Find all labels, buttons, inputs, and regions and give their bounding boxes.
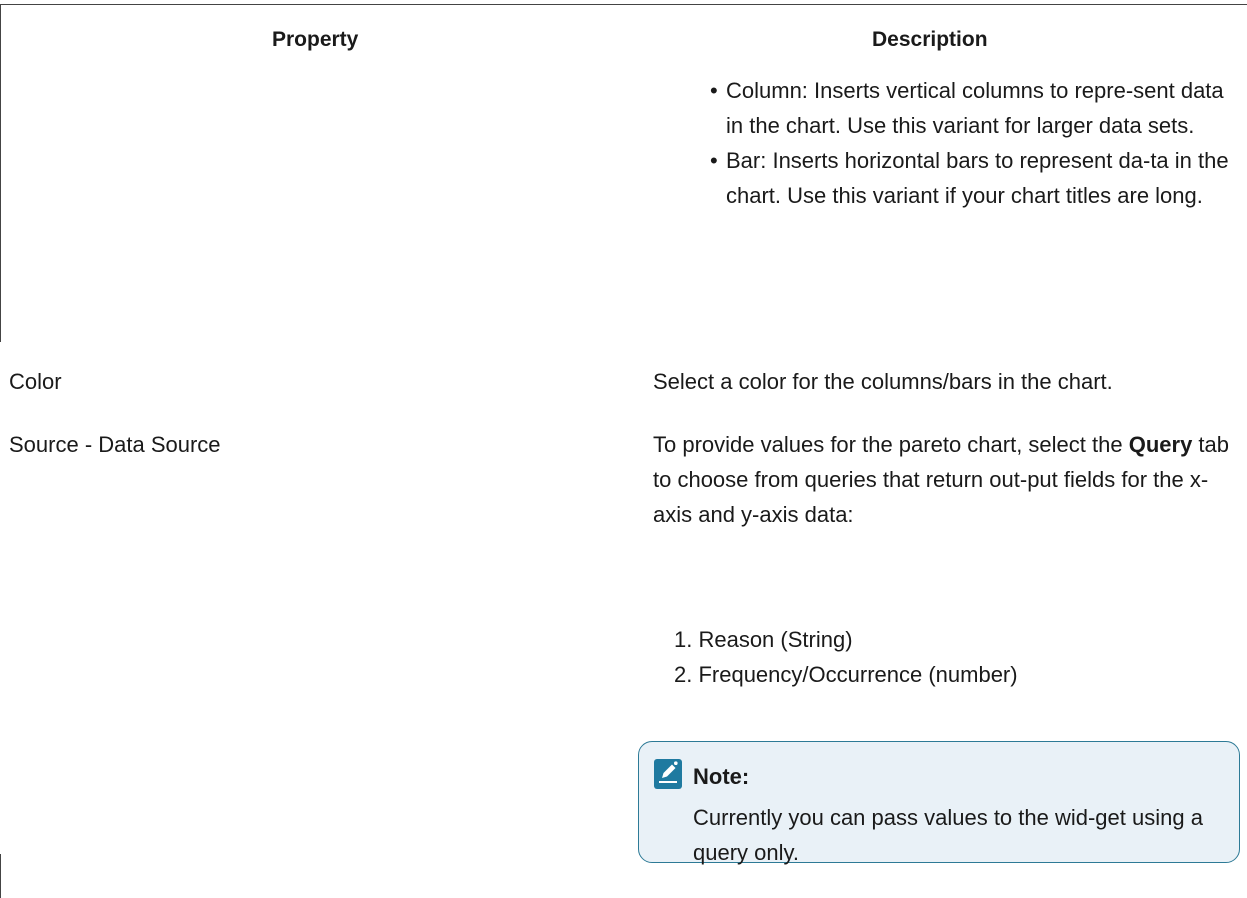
note-title: Note: — [693, 764, 750, 789]
property-color: Color — [9, 369, 62, 394]
desc-text: To provide values for the pareto chart, … — [653, 432, 1129, 457]
note-callout: Note: Currently you can pass values to t… — [638, 741, 1240, 865]
note-pencil-icon — [654, 759, 682, 789]
chart-variant-list: Column: Inserts vertical columns to repr… — [710, 73, 1230, 213]
column-header-description: Description — [872, 28, 988, 51]
table-left-border — [0, 62, 1, 342]
query-tab-label: Query — [1128, 432, 1193, 457]
description-color: Select a color for the columns/bars in t… — [653, 369, 1113, 394]
table-left-border — [0, 4, 1, 62]
table-left-border — [0, 854, 1, 898]
column-header-property: Property — [272, 28, 359, 51]
list-item-bar-variant: Bar: Inserts horizontal bars to represen… — [710, 143, 1230, 213]
list-item-column-variant: Column: Inserts vertical columns to repr… — [710, 73, 1230, 143]
list-item-frequency: 2. Frequency/Occurrence (number) — [674, 662, 1018, 687]
note-body: Currently you can pass values to the wid… — [693, 805, 1203, 865]
list-item-reason: 1. Reason (String) — [674, 627, 853, 652]
property-data-source: Source - Data Source — [9, 432, 221, 457]
description-data-source: To provide values for the pareto chart, … — [653, 427, 1233, 532]
output-field-list: 1. Reason (String) 2. Frequency/Occurren… — [674, 622, 1018, 692]
table-top-border — [0, 4, 1247, 5]
